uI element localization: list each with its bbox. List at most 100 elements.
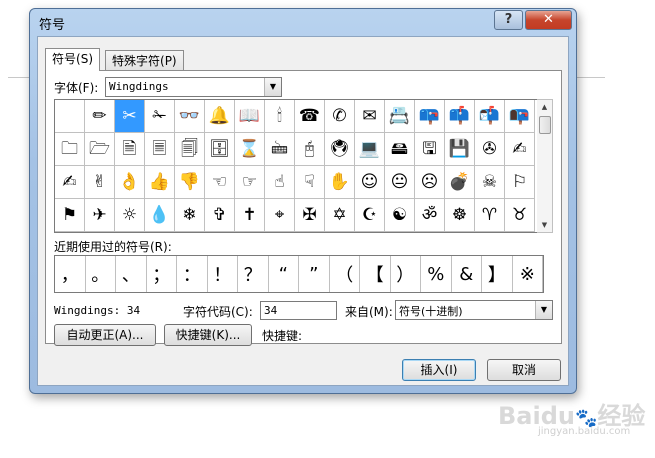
symbol-cell[interactable]: 💻 bbox=[355, 133, 385, 166]
title-bar[interactable]: 符号 ? ✕ bbox=[30, 9, 576, 35]
recent-symbol-cell[interactable]: 。 bbox=[86, 256, 116, 292]
chevron-down-icon[interactable]: ▼ bbox=[535, 301, 552, 319]
symbol-cell[interactable]: 📪 bbox=[415, 100, 445, 133]
symbol-cell[interactable]: ♈ bbox=[475, 199, 505, 232]
symbol-cell[interactable]: ✁ bbox=[145, 100, 175, 133]
recent-symbol-cell[interactable]: “ bbox=[269, 256, 299, 292]
symbol-cell[interactable]: 🗎 bbox=[115, 133, 145, 166]
symbol-cell[interactable]: ⚑ bbox=[55, 199, 85, 232]
recent-symbol-cell[interactable]: ： bbox=[177, 256, 208, 292]
symbol-grid-scrollbar[interactable]: ▲ ▼ bbox=[537, 99, 553, 233]
symbol-cell[interactable]: ☞ bbox=[235, 166, 265, 199]
symbol-cell[interactable]: 🗁 bbox=[85, 133, 115, 166]
symbol-cell[interactable]: 🖴 bbox=[385, 133, 415, 166]
recent-symbol-cell[interactable]: 、 bbox=[116, 256, 147, 292]
recent-symbols[interactable]: ，。、；：！？ “” （【）% &】 ※ bbox=[54, 255, 544, 293]
symbol-cell[interactable] bbox=[55, 100, 85, 133]
tab-special-chars[interactable]: 特殊字符(P) bbox=[105, 50, 184, 71]
symbol-cell[interactable]: 📖 bbox=[235, 100, 265, 133]
help-button[interactable]: ? bbox=[494, 10, 523, 30]
symbol-cell[interactable]: 👓 bbox=[175, 100, 205, 133]
symbol-cell[interactable]: 🗀 bbox=[55, 133, 85, 166]
symbol-cell[interactable]: ✂ bbox=[115, 100, 145, 133]
symbol-cell[interactable]: 🗐 bbox=[175, 133, 205, 166]
recent-symbol-cell[interactable]: % bbox=[421, 256, 452, 292]
symbol-cell[interactable]: 🔔 bbox=[205, 100, 235, 133]
shortcut-key-button[interactable]: 快捷键(K)... bbox=[164, 324, 252, 346]
scroll-up-icon[interactable]: ▲ bbox=[537, 100, 552, 114]
symbol-cell[interactable]: 🖰 bbox=[295, 133, 325, 166]
recent-symbol-cell[interactable]: ” bbox=[299, 256, 330, 292]
symbol-cell[interactable]: 🗏 bbox=[145, 133, 175, 166]
scroll-down-icon[interactable]: ▼ bbox=[537, 218, 552, 232]
symbol-cell[interactable]: 💾 bbox=[445, 133, 475, 166]
insert-button[interactable]: 插入(I) bbox=[402, 359, 476, 381]
symbol-cell[interactable]: ☝ bbox=[265, 166, 295, 199]
symbol-cell[interactable]: ☸ bbox=[445, 199, 475, 232]
symbol-cell[interactable]: 📭 bbox=[505, 100, 535, 133]
recent-symbol-cell[interactable]: ） bbox=[391, 256, 421, 292]
symbol-cell[interactable]: ⚐ bbox=[505, 166, 535, 199]
symbol-cell[interactable]: 🖫 bbox=[415, 133, 445, 166]
recent-symbol-cell[interactable]: ※ bbox=[513, 256, 543, 292]
recent-symbol-cell[interactable]: ， bbox=[55, 256, 86, 292]
recent-symbol-cell[interactable]: （ bbox=[330, 256, 360, 292]
scroll-thumb[interactable] bbox=[539, 116, 551, 134]
symbol-cell[interactable]: 🗄 bbox=[205, 133, 235, 166]
symbol-cell[interactable]: ☎ bbox=[295, 100, 325, 133]
recent-symbol-cell[interactable]: 】 bbox=[482, 256, 513, 292]
symbol-cell[interactable]: ⌖ bbox=[265, 199, 295, 232]
symbol-cell[interactable]: 🖲 bbox=[325, 133, 355, 166]
symbol-cell[interactable]: ✠ bbox=[295, 199, 325, 232]
symbol-cell[interactable]: 😐 bbox=[385, 166, 415, 199]
symbol-cell[interactable]: ✋ bbox=[325, 166, 355, 199]
symbol-cell[interactable]: ☯ bbox=[385, 199, 415, 232]
chevron-down-icon[interactable]: ▼ bbox=[264, 78, 281, 96]
symbol-cell[interactable]: ✈ bbox=[85, 199, 115, 232]
tab-symbols[interactable]: 符号(S) bbox=[45, 48, 100, 71]
symbol-cell[interactable]: 📬 bbox=[475, 100, 505, 133]
symbol-cell[interactable]: 👎 bbox=[175, 166, 205, 199]
symbol-cell[interactable]: 🕯 bbox=[265, 100, 295, 133]
symbol-cell[interactable]: ✍ bbox=[55, 166, 85, 199]
close-button[interactable]: ✕ bbox=[525, 10, 572, 30]
autocorrect-button[interactable]: 自动更正(A)... bbox=[54, 324, 156, 346]
cancel-button[interactable]: 取消 bbox=[487, 359, 561, 381]
symbol-cell[interactable]: ☺ bbox=[355, 166, 385, 199]
recent-symbol-cell[interactable]: & bbox=[452, 256, 482, 292]
symbol-cell[interactable]: ✡ bbox=[325, 199, 355, 232]
symbol-cell[interactable]: ✉ bbox=[355, 100, 385, 133]
symbol-cell[interactable]: ❄ bbox=[175, 199, 205, 232]
symbol-cell[interactable]: ☹ bbox=[415, 166, 445, 199]
symbol-cell[interactable]: 👌 bbox=[115, 166, 145, 199]
symbol-cell[interactable]: 📫 bbox=[445, 100, 475, 133]
symbol-cell[interactable]: 💣 bbox=[445, 166, 475, 199]
char-code-input[interactable]: 34 bbox=[260, 301, 337, 320]
symbol-cell[interactable]: ✇ bbox=[475, 133, 505, 166]
symbol-cell[interactable]: ✌ bbox=[85, 166, 115, 199]
symbol-cell[interactable]: ॐ bbox=[415, 199, 445, 232]
recent-symbol-cell[interactable]: ？ bbox=[238, 256, 269, 292]
symbol-cell[interactable]: 👍 bbox=[145, 166, 175, 199]
symbol-cell[interactable]: ☟ bbox=[295, 166, 325, 199]
symbol-cell[interactable]: 💧 bbox=[145, 199, 175, 232]
symbol-cell[interactable]: ✝ bbox=[235, 199, 265, 232]
recent-symbol-cell[interactable]: ； bbox=[147, 256, 177, 292]
from-select[interactable]: 符号(十进制) ▼ bbox=[395, 300, 553, 320]
font-select[interactable]: Wingdings ▼ bbox=[105, 77, 282, 97]
symbol-cell[interactable]: ✞ bbox=[205, 199, 235, 232]
symbol-cell[interactable]: ☼ bbox=[115, 199, 145, 232]
symbol-cell[interactable]: ✏ bbox=[85, 100, 115, 133]
symbol-grid[interactable]: ✏ ✂ ✁ 👓 🔔 📖 🕯 ☎ ✆ ✉ 📇 📪 📫 📬 📭 🗀 🗁 🗎 🗏 🗐 🗄 ⌛ 🖮 🖰 🖲 💻 🖴 🖫 💾 ✇ ✍ ✍ ✌ 👌 👍 👎 ☜ ☞ ☝ ☟… bbox=[54, 99, 539, 233]
symbol-cell[interactable]: 📇 bbox=[385, 100, 415, 133]
recent-symbol-cell[interactable]: ！ bbox=[208, 256, 238, 292]
symbol-cell[interactable]: ☠ bbox=[475, 166, 505, 199]
symbol-cell[interactable]: ☜ bbox=[205, 166, 235, 199]
symbol-cell[interactable]: ♉ bbox=[505, 199, 535, 232]
recent-symbol-cell[interactable]: 【 bbox=[360, 256, 391, 292]
symbol-cell[interactable]: ☪ bbox=[355, 199, 385, 232]
symbol-cell[interactable]: ✍ bbox=[505, 133, 535, 166]
symbol-cell[interactable]: ✆ bbox=[325, 100, 355, 133]
symbol-cell[interactable]: 🖮 bbox=[265, 133, 295, 166]
symbol-cell[interactable]: ⌛ bbox=[235, 133, 265, 166]
